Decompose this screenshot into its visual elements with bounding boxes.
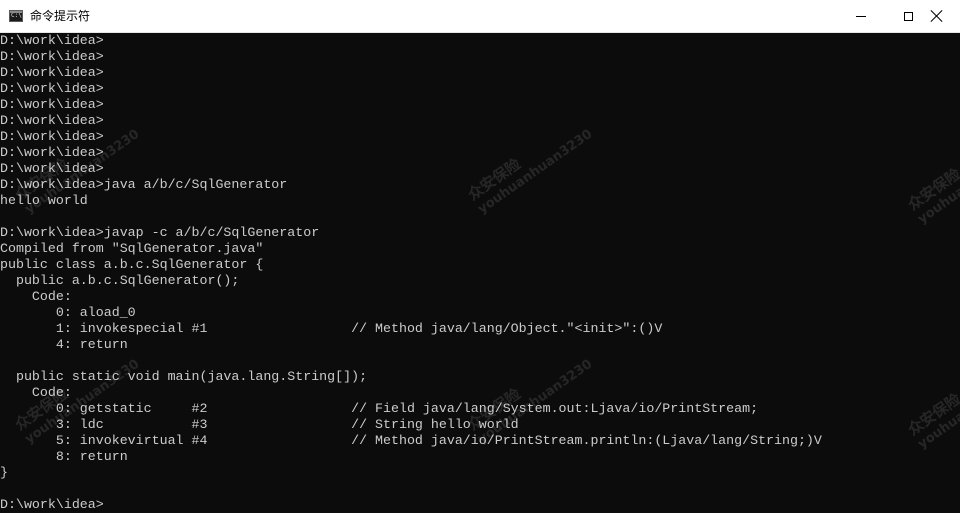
console-line: D:\work\idea> — [0, 113, 104, 128]
maximize-icon — [903, 11, 913, 21]
close-icon — [931, 10, 943, 22]
console-line: D:\work\idea> — [0, 161, 104, 176]
console-line: D:\work\idea> — [0, 129, 104, 144]
close-button[interactable] — [914, 0, 960, 32]
console-line: D:\work\idea>java a/b/c/SqlGenerator — [0, 177, 288, 192]
console-line: Code: — [0, 289, 72, 304]
console-line: D:\work\idea> — [0, 497, 104, 512]
minimize-button[interactable] — [838, 0, 884, 32]
title-bar[interactable]: C:\ 命令提示符 — [0, 0, 960, 33]
console-line: D:\work\idea> — [0, 145, 104, 160]
cmd-icon[interactable]: C:\ — [9, 10, 23, 22]
console-line: 1: invokespecial #1 // Method java/lang/… — [0, 321, 663, 336]
console-line: D:\work\idea> — [0, 65, 104, 80]
console-line: Compiled from "SqlGenerator.java" — [0, 241, 264, 256]
console-line: hello world — [0, 193, 88, 208]
console-line: 0: getstatic #2 // Field java/lang/Syste… — [0, 401, 759, 416]
console-line: public static void main(java.lang.String… — [0, 369, 368, 384]
console-line: public class a.b.c.SqlGenerator { — [0, 257, 264, 272]
console-line: Code: — [0, 385, 72, 400]
console-line: 3: ldc #3 // String hello world — [0, 417, 519, 432]
console-output[interactable]: D:\work\idea> D:\work\idea> D:\work\idea… — [0, 33, 960, 513]
cmd-icon-text: C:\ — [11, 12, 22, 19]
console-line: D:\work\idea> — [0, 33, 104, 48]
console-line: } — [0, 465, 8, 480]
minimize-icon — [856, 15, 866, 17]
console-line: public a.b.c.SqlGenerator(); — [0, 273, 240, 288]
console-line: 4: return — [0, 337, 128, 352]
console-line: D:\work\idea> — [0, 81, 104, 96]
cmd-window: C:\ 命令提示符 D:\work\idea> D:\work\idea> D:… — [0, 0, 960, 513]
console-line: 5: invokevirtual #4 // Method java/io/Pr… — [0, 433, 822, 448]
console-line: D:\work\idea> — [0, 97, 104, 112]
console-line: 0: aload_0 — [0, 305, 136, 320]
console-line: D:\work\idea>javap -c a/b/c/SqlGenerator — [0, 225, 320, 240]
console-line: D:\work\idea> — [0, 49, 104, 64]
console-line: 8: return — [0, 449, 128, 464]
window-title: 命令提示符 — [30, 9, 91, 23]
